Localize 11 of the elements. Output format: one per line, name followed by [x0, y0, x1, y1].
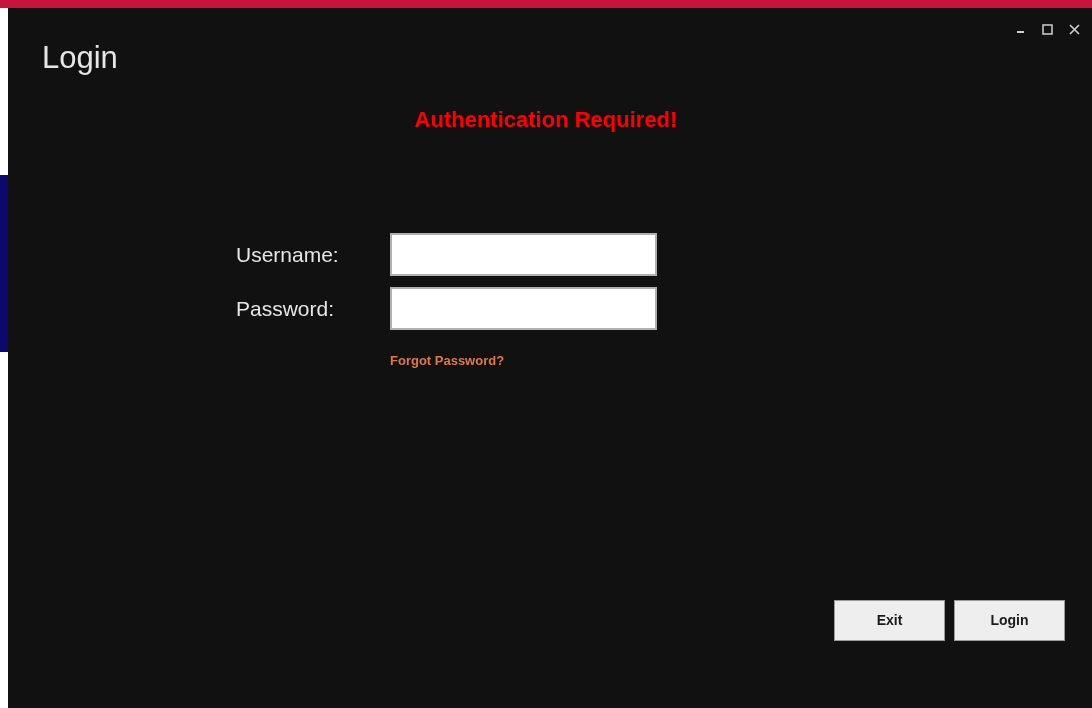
field-label: Password: — [236, 295, 336, 322]
field-label: Username: — [236, 241, 340, 268]
input-field[interactable] — [390, 233, 657, 276]
forgot-password-link[interactable]: Forgot Password? — [390, 353, 505, 368]
login-button[interactable]: Login — [954, 600, 1065, 641]
window-title: Login — [42, 42, 118, 73]
input-field[interactable] — [390, 287, 657, 330]
exit-button[interactable]: Exit — [834, 600, 945, 641]
close-icon[interactable] — [1069, 23, 1080, 35]
maximize-icon[interactable] — [1042, 23, 1053, 35]
authentication-heading: Authentication Required! — [414, 109, 678, 131]
